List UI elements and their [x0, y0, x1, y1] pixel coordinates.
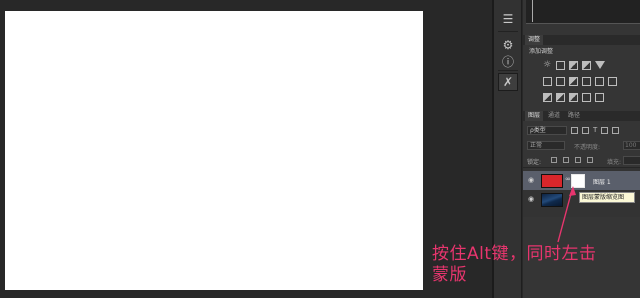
annotation-text: 按住Alt键，同时左击 蒙版 [432, 244, 640, 286]
arrow-head [569, 186, 576, 196]
annotation-line-1: 按住Alt键，同时左击 [432, 244, 597, 264]
arrow-line [557, 189, 573, 243]
annotation-line-2: 蒙版 [432, 265, 467, 285]
